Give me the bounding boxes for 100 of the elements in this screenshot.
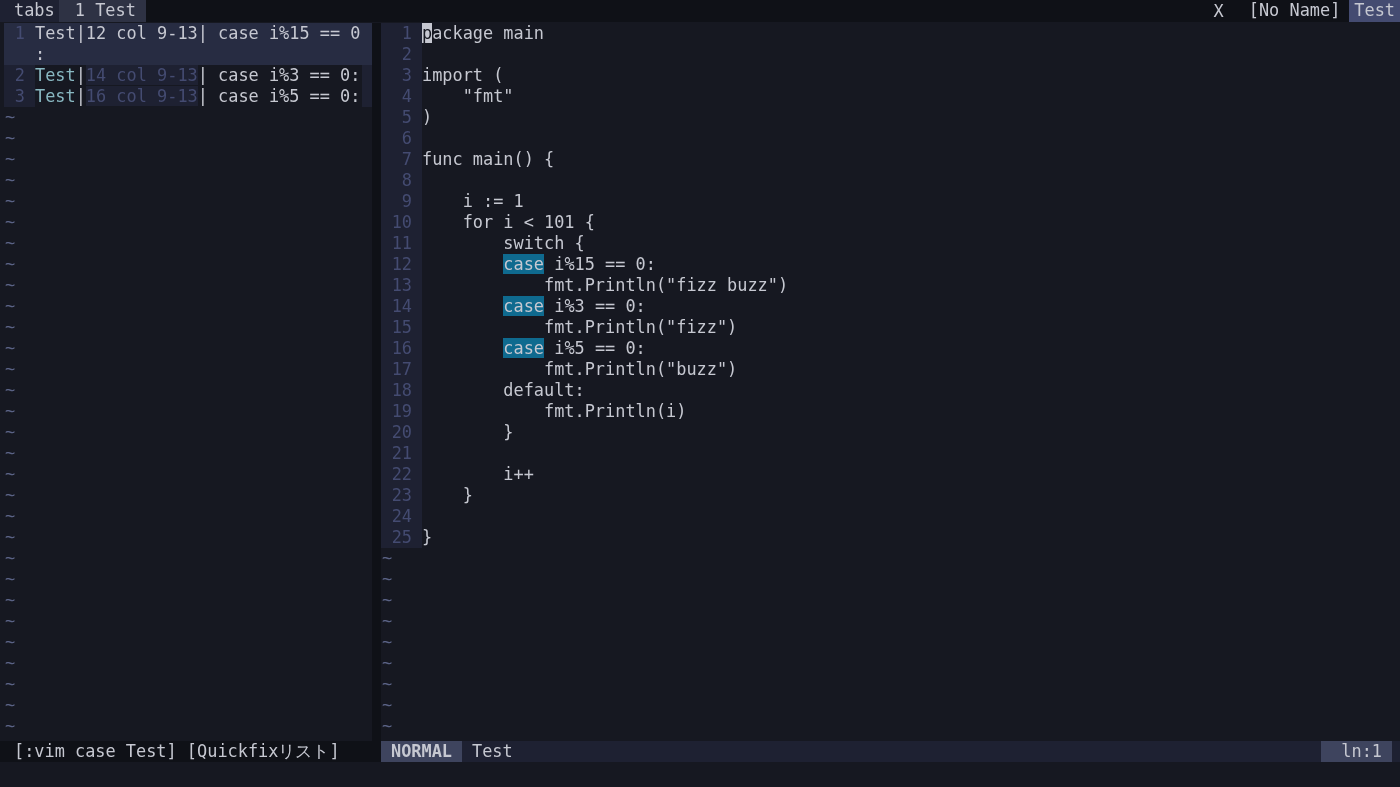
filler-tilde: ~ — [5, 506, 16, 526]
filler-tilde: ~ — [5, 485, 16, 505]
line-number: 7 — [381, 149, 422, 170]
search-match: case — [503, 338, 545, 358]
filler-tilde: ~ — [5, 674, 16, 694]
filler-tilde: ~ — [5, 275, 16, 295]
code-text: i%5 == 0: — [553, 338, 646, 358]
filler-tilde: ~ — [5, 317, 16, 337]
filler-tilde: ~ — [5, 380, 16, 400]
filler-tilde: ~ — [5, 254, 16, 274]
filler-tilde: ~ — [382, 632, 393, 652]
code-text: } — [502, 422, 514, 442]
filler-tilde: ~ — [5, 212, 16, 232]
line-number: 2 — [381, 44, 422, 65]
filler-tilde: ~ — [5, 569, 16, 589]
filler-tilde: ~ — [5, 527, 16, 547]
code-text: i++ — [502, 464, 534, 484]
filler-tilde: ~ — [5, 170, 16, 190]
code-text: ) — [422, 107, 433, 127]
code-text: fmt.Println(i) — [543, 401, 687, 421]
line-number: 21 — [381, 443, 422, 464]
filler-tilde: ~ — [5, 632, 16, 652]
mode-indicator: NORMAL — [381, 741, 462, 762]
line-number: 3 — [13, 86, 26, 107]
tabline-label: tabs — [0, 0, 59, 22]
filler-tilde: ~ — [5, 422, 16, 442]
line-number: 24 — [381, 506, 422, 527]
file-name: Test — [471, 741, 513, 762]
line-number: 1 — [381, 23, 422, 44]
code-text: i := 1 — [461, 191, 524, 211]
line-number: 12 — [381, 254, 422, 275]
filler-tilde: ~ — [382, 674, 393, 694]
line-number: 25 — [381, 527, 422, 548]
filler-tilde: ~ — [5, 695, 16, 715]
line-number: 5 — [381, 107, 422, 128]
line-number: 14 — [381, 296, 422, 317]
filler-tilde: ~ — [382, 569, 393, 589]
filler-tilde: ~ — [5, 338, 16, 358]
filler-tilde: ~ — [5, 296, 16, 316]
search-match: case — [503, 296, 545, 316]
filler-tilde: ~ — [5, 464, 16, 484]
filler-tilde: ~ — [5, 590, 16, 610]
code-text: switch { — [502, 233, 585, 253]
filler-tilde: ~ — [5, 401, 16, 421]
line-number: 16 — [381, 338, 422, 359]
filler-tilde: ~ — [382, 611, 393, 631]
cursor-position: ln:1 — [1321, 741, 1392, 762]
filler-tilde: ~ — [382, 653, 393, 673]
filler-tilde: ~ — [5, 359, 16, 379]
line-number: 11 — [381, 233, 422, 254]
filler-tilde: ~ — [5, 191, 16, 211]
code-text: fmt.Println("fizz") — [543, 317, 738, 337]
line-number: 17 — [381, 359, 422, 380]
code-text: default: — [502, 380, 585, 400]
code-text: i%15 == 0: — [553, 254, 656, 274]
code-text: i%3 == 0: — [553, 296, 646, 316]
line-number: 23 — [381, 485, 422, 506]
line-number: 8 — [381, 170, 422, 191]
line-number: 13 — [381, 275, 422, 296]
line-number: 3 — [381, 65, 422, 86]
line-number: 18 — [381, 380, 422, 401]
filler-tilde: ~ — [5, 716, 16, 736]
filler-tilde: ~ — [382, 590, 393, 610]
code-text: "fmt" — [461, 86, 514, 106]
buffer-tab[interactable]: Test — [1349, 0, 1400, 22]
filler-tilde: ~ — [5, 128, 16, 148]
line-number: 10 — [381, 212, 422, 233]
line-number: 22 — [381, 464, 422, 485]
quickfix-item[interactable]: Test|16 col 9-13| case i%5 == 0: — [35, 86, 363, 107]
close-button[interactable]: X — [1213, 0, 1240, 22]
line-number: 6 — [381, 128, 422, 149]
line-number: 19 — [381, 401, 422, 422]
line-number: 9 — [381, 191, 422, 212]
buffer-tab[interactable]: [No Name] — [1243, 0, 1346, 22]
tab[interactable]: 1 Test — [58, 0, 146, 22]
search-match: case — [503, 254, 545, 274]
filler-tilde: ~ — [5, 611, 16, 631]
filler-tilde: ~ — [382, 695, 393, 715]
line-number: 20 — [381, 422, 422, 443]
filler-tilde: ~ — [5, 548, 16, 568]
filler-tilde: ~ — [5, 443, 16, 463]
code-text: import ( — [422, 65, 504, 85]
code-text: func main() { — [422, 149, 555, 169]
code-text: } — [461, 485, 473, 505]
code-text: } — [422, 527, 433, 547]
filler-tilde: ~ — [5, 149, 16, 169]
line-number: 4 — [381, 86, 422, 107]
code-text: for i < 101 { — [461, 212, 595, 232]
text-cursor: p — [422, 23, 433, 43]
filler-tilde: ~ — [382, 548, 393, 568]
filler-tilde: ~ — [382, 716, 393, 736]
quickfix-item[interactable]: Test|14 col 9-13| case i%3 == 0: — [35, 65, 363, 86]
line-number: 15 — [381, 317, 422, 338]
code-text: fmt.Println("buzz") — [543, 359, 738, 379]
filler-tilde: ~ — [5, 653, 16, 673]
line-number: 2 — [13, 65, 26, 86]
code-text: fmt.Println("fizz buzz") — [543, 275, 789, 295]
status-text: [:vim case Test] [Quickfixリスト] — [14, 741, 340, 761]
code-text: ackage main — [432, 23, 545, 43]
filler-tilde: ~ — [5, 107, 16, 127]
